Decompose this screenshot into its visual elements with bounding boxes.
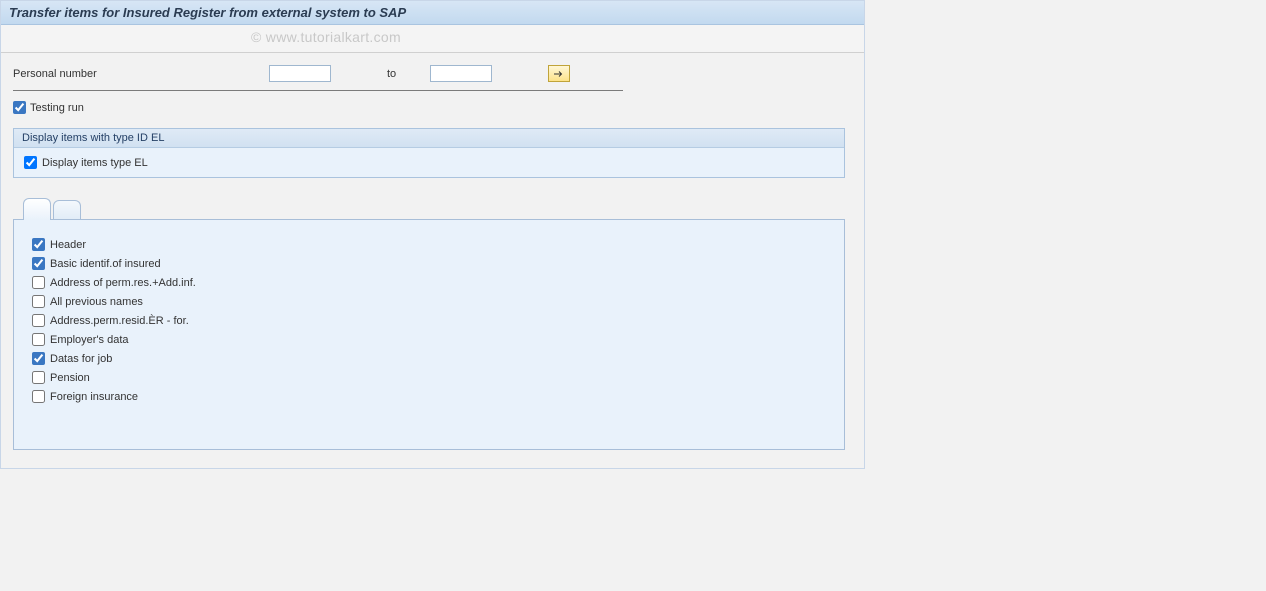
check-datas-for-job: Datas for job: [32, 352, 826, 365]
check-basic-identif-box[interactable]: [32, 257, 45, 270]
check-foreign-insurance-box[interactable]: [32, 390, 45, 403]
check-datas-for-job-label: Datas for job: [50, 353, 112, 365]
group-display-el-title: Display items with type ID EL: [14, 129, 844, 148]
check-datas-for-job-box[interactable]: [32, 352, 45, 365]
check-header: Header: [32, 238, 826, 251]
check-employers-data-label: Employer's data: [50, 334, 129, 346]
content-area: Personal number to Testing run Display i…: [1, 53, 864, 468]
check-basic-identif: Basic identif.of insured: [32, 257, 826, 270]
panel-check-list: Header Basic identif.of insured Address …: [32, 238, 826, 403]
check-basic-identif-label: Basic identif.of insured: [50, 258, 161, 270]
tab-container: Header Basic identif.of insured Address …: [13, 198, 845, 450]
check-all-previous-names-label: All previous names: [50, 296, 143, 308]
check-foreign-insurance-label: Foreign insurance: [50, 391, 138, 403]
tabstrip: [13, 198, 845, 220]
multiple-selection-button[interactable]: [548, 65, 570, 82]
tab-1[interactable]: [23, 198, 51, 220]
personal-number-from-input[interactable]: [269, 65, 331, 82]
testing-run-label: Testing run: [30, 102, 84, 114]
display-el-row: Display items type EL: [24, 156, 834, 169]
check-address-perm-res-box[interactable]: [32, 276, 45, 289]
to-label: to: [337, 68, 424, 80]
check-address-perm-resid-er-box[interactable]: [32, 314, 45, 327]
check-pension-label: Pension: [50, 372, 90, 384]
personal-number-label: Personal number: [13, 68, 263, 80]
testing-run-checkbox[interactable]: [13, 101, 26, 114]
tab-panel: Header Basic identif.of insured Address …: [13, 219, 845, 450]
testing-run-row: Testing run: [13, 101, 852, 114]
check-address-perm-res: Address of perm.res.+Add.inf.: [32, 276, 826, 289]
check-address-perm-res-label: Address of perm.res.+Add.inf.: [50, 277, 196, 289]
check-employers-data: Employer's data: [32, 333, 826, 346]
group-display-el: Display items with type ID EL Display it…: [13, 128, 845, 178]
arrow-right-icon: [553, 69, 565, 79]
toolbar-strip: © www.tutorialkart.com: [1, 25, 864, 53]
check-header-box[interactable]: [32, 238, 45, 251]
display-el-label: Display items type EL: [42, 157, 148, 169]
check-pension: Pension: [32, 371, 826, 384]
check-employers-data-box[interactable]: [32, 333, 45, 346]
display-el-checkbox[interactable]: [24, 156, 37, 169]
check-header-label: Header: [50, 239, 86, 251]
watermark-text: © www.tutorialkart.com: [251, 29, 401, 45]
check-foreign-insurance: Foreign insurance: [32, 390, 826, 403]
check-all-previous-names: All previous names: [32, 295, 826, 308]
group-display-el-body: Display items type EL: [14, 148, 844, 177]
check-all-previous-names-box[interactable]: [32, 295, 45, 308]
sap-window: Transfer items for Insured Register from…: [0, 0, 865, 469]
titlebar: Transfer items for Insured Register from…: [1, 1, 864, 25]
check-pension-box[interactable]: [32, 371, 45, 384]
check-address-perm-resid-er-label: Address.perm.resid.ÈR - for.: [50, 315, 189, 327]
personal-number-to-input[interactable]: [430, 65, 492, 82]
check-address-perm-resid-er: Address.perm.resid.ÈR - for.: [32, 314, 826, 327]
selection-row: Personal number to: [13, 65, 623, 91]
tab-2[interactable]: [53, 200, 81, 220]
page-title: Transfer items for Insured Register from…: [9, 5, 406, 20]
